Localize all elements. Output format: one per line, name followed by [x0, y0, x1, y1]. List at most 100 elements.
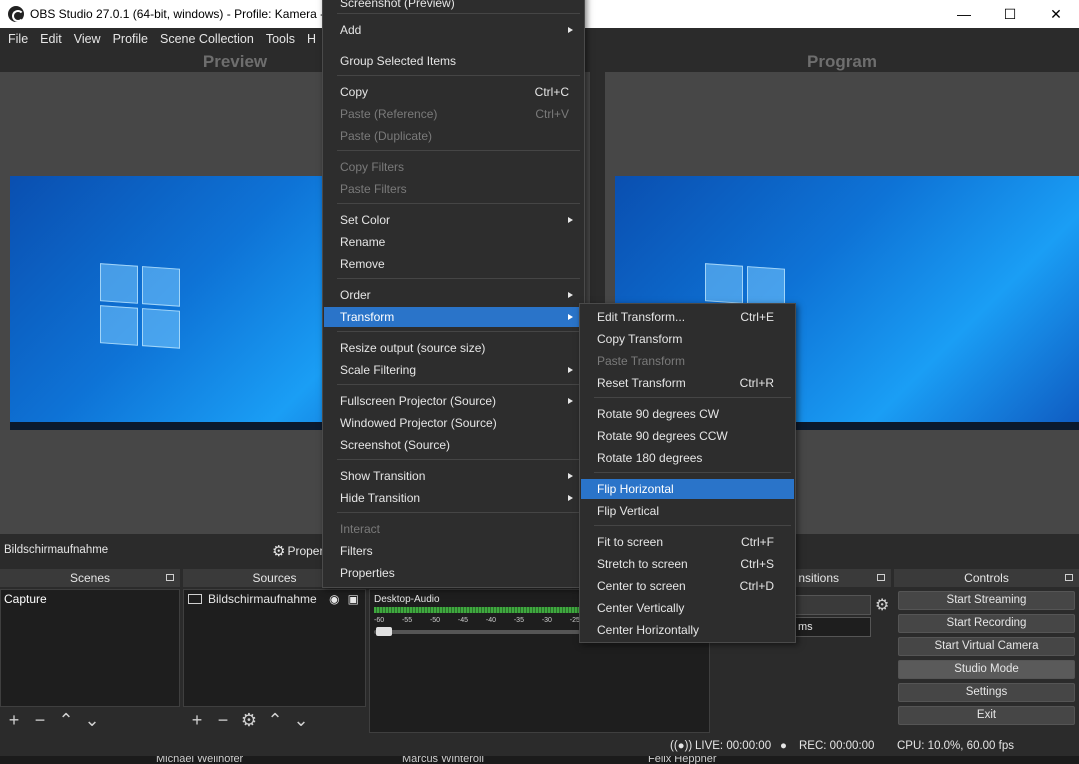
menu-item-add[interactable]: Add	[324, 20, 583, 40]
add-icon[interactable]: +	[4, 710, 24, 730]
minimize-icon[interactable]: —	[941, 0, 987, 28]
menu-item-set-color[interactable]: Set Color	[324, 210, 583, 230]
list-item[interactable]: Bildschirmaufnahme ◉ ▣	[184, 590, 365, 608]
menu-item-rotate-ccw[interactable]: Rotate 90 degrees CCW	[581, 426, 794, 446]
sources-list[interactable]: Bildschirmaufnahme ◉ ▣	[183, 589, 366, 707]
list-item[interactable]: Capture	[1, 590, 179, 608]
status-bar: ((●)) LIVE: 00:00:00 ● REC: 00:00:00 CPU…	[0, 736, 1079, 756]
menu-item-copy-transform[interactable]: Copy Transform	[581, 329, 794, 349]
menu-item-hide-transition[interactable]: Hide Transition	[324, 488, 583, 508]
submenu-arrow-icon	[568, 292, 573, 298]
participant-name: Felix Heppner	[648, 756, 717, 764]
meter-ticks: -60 -55 -50 -45 -40 -35 -30 -25	[374, 617, 580, 624]
scenes-dock-title: Scenes	[0, 569, 180, 587]
transition-select[interactable]	[793, 595, 871, 615]
tick-label: -30	[541, 617, 552, 624]
menu-item-group-selected[interactable]: Group Selected Items	[324, 51, 583, 71]
menu-item-remove[interactable]: Remove	[324, 254, 583, 274]
menu-tools[interactable]: Tools	[260, 32, 301, 46]
submenu-arrow-icon	[568, 217, 573, 223]
menu-item-screenshot-preview[interactable]: Screenshot (Preview)	[324, 0, 583, 13]
undock-icon[interactable]	[1065, 574, 1073, 581]
menu-item-interact: Interact	[340, 522, 381, 536]
remove-icon[interactable]: −	[213, 710, 233, 730]
menu-item-center-vertically[interactable]: Center Vertically	[581, 598, 794, 618]
scenes-toolbar: + − ⌃ ⌄	[0, 707, 180, 733]
menu-item-properties[interactable]: Properties	[324, 563, 583, 583]
menu-item-rename[interactable]: Rename	[324, 232, 583, 252]
volume-slider[interactable]	[374, 627, 580, 636]
menu-item-edit-transform[interactable]: Edit Transform... Ctrl+E	[581, 307, 794, 327]
menu-file[interactable]: File	[2, 32, 34, 46]
add-icon[interactable]: +	[187, 710, 207, 730]
undock-icon[interactable]	[166, 574, 174, 581]
start-recording-button[interactable]: Start Recording	[898, 614, 1075, 633]
start-streaming-button[interactable]: Start Streaming	[898, 591, 1075, 610]
gear-icon[interactable]: ⚙	[875, 595, 889, 615]
gear-icon[interactable]: ⚙	[239, 710, 259, 730]
start-virtual-camera-button[interactable]: Start Virtual Camera	[898, 637, 1075, 656]
menu-profile[interactable]: Profile	[107, 32, 154, 46]
menu-item-copy[interactable]: Copy Ctrl+C	[324, 82, 583, 102]
windows-logo-icon	[100, 263, 182, 351]
menu-item-show-transition[interactable]: Show Transition	[324, 466, 583, 486]
scenes-list[interactable]: Capture	[0, 589, 180, 707]
menu-item-transform[interactable]: Transform	[324, 307, 583, 327]
undock-icon[interactable]	[877, 574, 885, 581]
controls-title: Controls	[964, 571, 1009, 585]
eye-icon[interactable]: ◉	[329, 592, 339, 606]
menu-item-rotate-cw[interactable]: Rotate 90 degrees CW	[581, 404, 794, 424]
menu-item-rotate-180[interactable]: Rotate 180 degrees	[581, 448, 794, 468]
menu-item-center-to-screen[interactable]: Center to screen Ctrl+D	[581, 576, 794, 596]
lock-icon[interactable]: ▣	[348, 592, 359, 606]
source-context-menu: Screenshot (Preview) Add Group Selected …	[322, 0, 585, 588]
exit-button[interactable]: Exit	[898, 706, 1075, 725]
menu-item-flip-horizontal[interactable]: Flip Horizontal	[581, 479, 794, 499]
studio-mode-button[interactable]: Studio Mode	[898, 660, 1075, 679]
settings-button[interactable]: Settings	[898, 683, 1075, 702]
properties-label: Proper	[287, 544, 324, 558]
obs-logo-icon	[8, 6, 24, 22]
menu-item-screenshot-source[interactable]: Screenshot (Source)	[324, 435, 583, 455]
menu-item-stretch-to-screen[interactable]: Stretch to screen Ctrl+S	[581, 554, 794, 574]
menu-help[interactable]: H	[301, 32, 322, 46]
maximize-icon[interactable]: ☐	[987, 0, 1033, 28]
move-down-icon[interactable]: ⌄	[291, 710, 311, 730]
menu-item-center-horizontally[interactable]: Center Horizontally	[581, 620, 794, 640]
menu-item-order[interactable]: Order	[324, 285, 583, 305]
slider-handle[interactable]	[376, 627, 392, 636]
menu-edit[interactable]: Edit	[34, 32, 68, 46]
sources-title: Sources	[252, 571, 297, 585]
remove-icon[interactable]: −	[30, 710, 50, 730]
background-window-strip: Michael Wellhöfer Marcus Winteroll Felix…	[0, 756, 1079, 764]
window-controls: — ☐ ✕	[941, 0, 1079, 28]
menu-item-filters[interactable]: Filters	[324, 541, 583, 561]
move-up-icon[interactable]: ⌃	[56, 710, 76, 730]
tick-label: -40	[485, 617, 496, 624]
menu-scene-collection[interactable]: Scene Collection	[154, 32, 260, 46]
scenes-title: Scenes	[69, 571, 111, 585]
menu-item-windowed-projector[interactable]: Windowed Projector (Source)	[324, 413, 583, 433]
submenu-arrow-icon	[568, 473, 573, 479]
participant-name: Michael Wellhöfer	[156, 756, 244, 764]
controls-dock: Controls Start Streaming Start Recording…	[894, 569, 1079, 733]
duration-field[interactable]: ms	[793, 617, 871, 637]
menu-item-paste-duplicate: Paste (Duplicate)	[340, 129, 433, 143]
menu-item-flip-vertical[interactable]: Flip Vertical	[581, 501, 794, 521]
menu-item-scale-filtering[interactable]: Scale Filtering	[324, 360, 583, 380]
gear-icon: ⚙	[272, 543, 286, 560]
menu-item-fit-to-screen[interactable]: Fit to screen Ctrl+F	[581, 532, 794, 552]
menu-view[interactable]: View	[68, 32, 107, 46]
menu-item-paste-reference: Paste (Reference) Ctrl+V	[340, 107, 569, 121]
program-label: Program	[807, 52, 877, 71]
menu-item-reset-transform[interactable]: Reset Transform Ctrl+R	[581, 373, 794, 393]
menu-item-fullscreen-projector[interactable]: Fullscreen Projector (Source)	[324, 391, 583, 411]
menu-item-resize-output[interactable]: Resize output (source size)	[324, 338, 583, 358]
rec-indicator-icon: ●	[780, 740, 787, 752]
properties-button[interactable]: ⚙ Proper	[272, 541, 323, 561]
move-up-icon[interactable]: ⌃	[265, 710, 285, 730]
move-down-icon[interactable]: ⌄	[82, 710, 102, 730]
controls-dock-title: Controls	[894, 569, 1079, 587]
close-icon[interactable]: ✕	[1033, 0, 1079, 28]
submenu-arrow-icon	[568, 367, 573, 373]
